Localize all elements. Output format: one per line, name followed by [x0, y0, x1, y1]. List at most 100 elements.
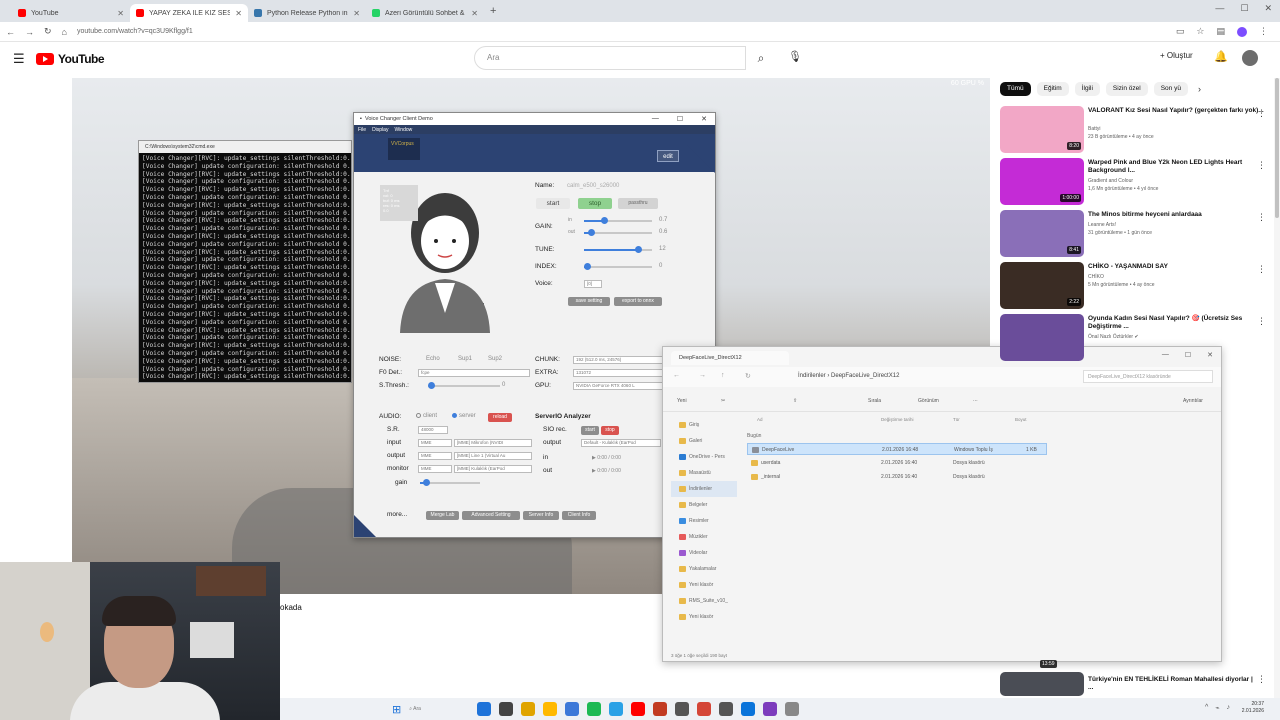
create-button[interactable]: + Oluştur: [1160, 51, 1193, 60]
audio-server-radio[interactable]: server: [452, 413, 476, 419]
output-device-select[interactable]: [MME] Line 1 (Virtual Au: [454, 452, 532, 460]
explorer-sidebar-item[interactable]: Yakalamalar: [671, 561, 737, 577]
nav-up-icon[interactable]: ↑: [721, 372, 725, 379]
taskbar-app-icon[interactable]: [697, 702, 712, 716]
microphone-icon[interactable]: 🎙: [788, 50, 802, 63]
channel-name[interactable]: Leanne Arts!: [1088, 222, 1116, 228]
taskbar-app-icon[interactable]: [719, 702, 734, 716]
tune-slider[interactable]: [584, 246, 652, 253]
sio-stop-button[interactable]: stop: [601, 426, 619, 435]
minimize-icon[interactable]: —: [1215, 3, 1224, 14]
reload-icon[interactable]: ↻: [44, 26, 52, 37]
edit-button[interactable]: edit: [657, 150, 679, 162]
share-icon[interactable]: ⇪: [793, 398, 797, 404]
more-options-icon[interactable]: ⋮: [1257, 264, 1266, 275]
maximize-icon[interactable]: ☐: [1240, 3, 1248, 14]
taskbar-app-icon[interactable]: [785, 702, 800, 716]
network-icon[interactable]: ⌁: [1215, 704, 1219, 712]
chevron-up-icon[interactable]: ^: [1205, 704, 1208, 712]
new-button[interactable]: Yeni: [677, 398, 687, 404]
taskbar-app-icon[interactable]: [477, 702, 492, 716]
hamburger-menu-icon[interactable]: ☰: [13, 51, 25, 67]
forward-icon[interactable]: →: [25, 27, 34, 37]
explorer-sidebar-item[interactable]: Galeri: [671, 433, 737, 449]
new-tab-button[interactable]: +: [490, 5, 496, 17]
reload-button[interactable]: reload: [488, 413, 512, 422]
account-avatar[interactable]: [1242, 50, 1258, 66]
file-row[interactable]: DeepFaceLive 2.01.2026 16:48 Windows Toplu…: [747, 443, 1047, 455]
channel-name[interactable]: Gradient and Colour: [1088, 178, 1133, 184]
taskbar-app-icon[interactable]: [499, 702, 514, 716]
close-tab-icon[interactable]: ✕: [353, 9, 360, 18]
more-options-icon[interactable]: ⋮: [1257, 674, 1266, 685]
explorer-sidebar-item[interactable]: İndirilenler: [671, 481, 737, 497]
notifications-bell-icon[interactable]: 🔔: [1214, 50, 1228, 63]
sample-rate-select[interactable]: 48000: [418, 426, 448, 434]
video-title[interactable]: Warped Pink and Blue Y2k Neon LED Lights…: [1088, 159, 1268, 175]
noise-echo-toggle[interactable]: Echo: [426, 356, 440, 362]
noise-sup2-toggle[interactable]: Sup2: [488, 356, 502, 362]
channel-name[interactable]: Battyi: [1088, 126, 1101, 132]
taskbar-app-icon[interactable]: [653, 702, 668, 716]
close-tab-icon[interactable]: ✕: [235, 9, 242, 18]
browser-tab[interactable]: Python Release Python insta...✕: [248, 4, 366, 22]
gain-in-slider[interactable]: [584, 217, 652, 224]
file-row[interactable]: userdata 2.01.2026 16:40 Dosya klasörü: [747, 457, 1047, 469]
minimize-icon[interactable]: —: [652, 115, 659, 123]
input-api-select[interactable]: MME: [418, 439, 452, 447]
explorer-sidebar-item[interactable]: Müzikler: [671, 529, 737, 545]
more-options-icon[interactable]: ⋮: [1257, 212, 1266, 223]
url-field[interactable]: youtube.com/watch?v=qc3U9Kflgg/f1: [77, 28, 193, 35]
file-row[interactable]: _internal 2.01.2026 16:40 Dosya klasörü: [747, 471, 1047, 483]
video-title[interactable]: Türkiye'nin EN TEHLİKELİ Roman Mahallesi…: [1088, 676, 1258, 692]
explorer-sidebar-item[interactable]: Belgeler: [671, 497, 737, 513]
gain-out-slider[interactable]: [584, 229, 652, 236]
browser-tab-active[interactable]: YAPAY ZEKA İLE KIZ SESİ NASIL✕: [130, 4, 248, 22]
close-tab-icon[interactable]: ✕: [471, 9, 478, 18]
advanced-setting-button[interactable]: Advanced Setting: [462, 511, 520, 520]
channel-name[interactable]: CHİKO: [1088, 274, 1104, 280]
close-tab-icon[interactable]: ✕: [117, 9, 124, 18]
search-icon[interactable]: ⌕: [746, 46, 776, 70]
start-button[interactable]: start: [536, 198, 570, 209]
column-type[interactable]: Tür: [953, 417, 960, 422]
menu-window[interactable]: Window: [394, 127, 412, 133]
taskbar-app-icon[interactable]: [587, 702, 602, 716]
chip-recent[interactable]: Son yü: [1153, 82, 1188, 96]
voice-select[interactable]: [0]: [584, 280, 602, 288]
merge-lab-button[interactable]: Merge Lab: [426, 511, 459, 520]
more-options-icon[interactable]: ⋯: [973, 398, 978, 404]
column-name[interactable]: Ad: [757, 417, 763, 422]
search-input[interactable]: Ara: [474, 46, 746, 70]
recommendation-item[interactable]: Türkiye'nin EN TEHLİKELİ Roman Mahallesi…: [1000, 672, 1272, 700]
home-icon[interactable]: ⌂: [62, 27, 67, 37]
taskbar-app-icon[interactable]: [763, 702, 778, 716]
monitor-device-select[interactable]: [MME] Kulaklık (EarPod: [454, 465, 532, 473]
explorer-tab[interactable]: DeepFaceLive_DirectX12: [671, 351, 789, 365]
input-device-select[interactable]: [MME] Mikrofon (NVIDI: [454, 439, 532, 447]
taskbar-app-icon[interactable]: [543, 702, 558, 716]
explorer-sidebar-item[interactable]: Resimler: [671, 513, 737, 529]
more-options-icon[interactable]: ⋮: [1257, 160, 1266, 171]
video-thumbnail[interactable]: 2:22: [1000, 262, 1084, 309]
extensions-icon[interactable]: ▤: [1216, 26, 1225, 37]
chip-related[interactable]: İlgili: [1074, 82, 1100, 96]
stop-button[interactable]: stop: [578, 198, 612, 209]
chip-all[interactable]: Tümü: [1000, 82, 1031, 96]
f0-detector-select[interactable]: fcpe: [418, 369, 530, 377]
chip-for-you[interactable]: Sizin özel: [1105, 82, 1148, 96]
bookmark-star-icon[interactable]: ☆: [1196, 26, 1204, 37]
chip-education[interactable]: Eğitim: [1036, 82, 1069, 96]
video-title[interactable]: The Minos bitirme heyceni anlardaaa: [1088, 211, 1268, 219]
taskbar-search[interactable]: ⌕ Ara: [409, 706, 469, 712]
save-setting-button[interactable]: save setting: [568, 297, 610, 306]
menu-file[interactable]: File: [358, 127, 366, 133]
back-icon[interactable]: ←: [6, 27, 15, 37]
refresh-icon[interactable]: ↻: [745, 372, 751, 380]
video-title[interactable]: CHİKO - YAŞANMADI SAY: [1088, 263, 1268, 271]
cut-icon[interactable]: ✂: [721, 398, 725, 404]
passthru-button[interactable]: passthru: [618, 198, 658, 209]
explorer-sidebar-item[interactable]: Yeni klasör: [671, 609, 737, 625]
gpu-select[interactable]: NVIDIA GeForce RTX 4060 L: [573, 382, 665, 390]
column-size[interactable]: Boyut: [1015, 417, 1027, 422]
